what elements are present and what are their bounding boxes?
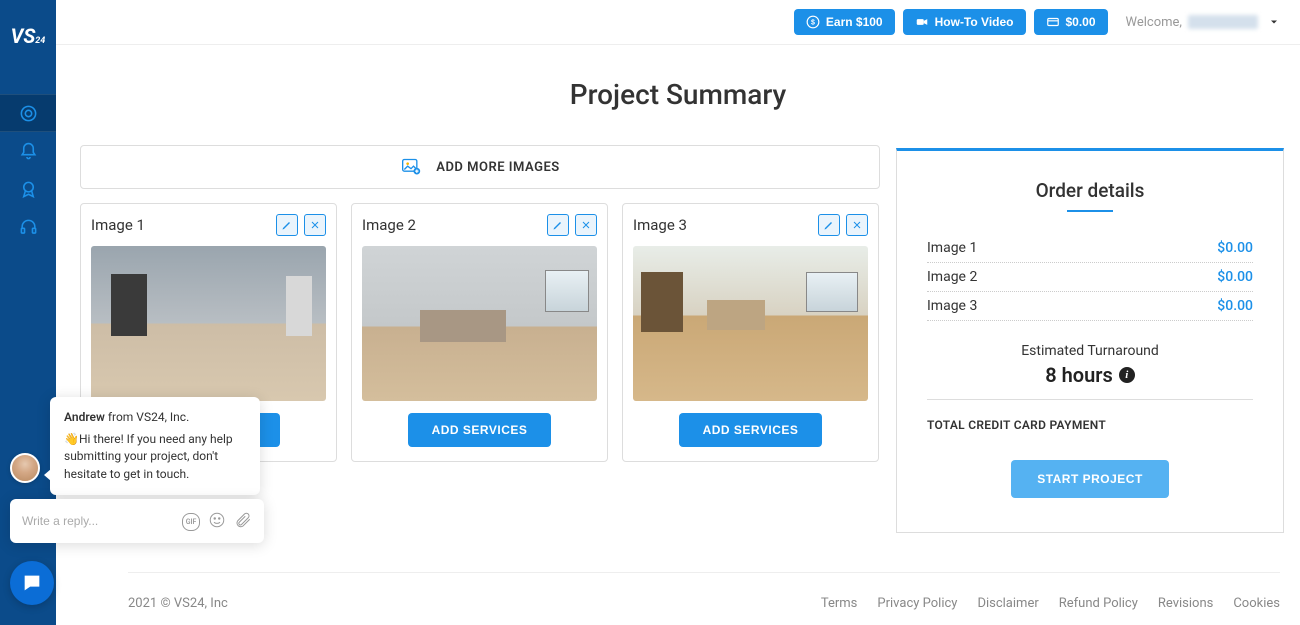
nav-bell-icon[interactable] — [0, 132, 56, 170]
footer: 2021 © VS24, Inc Terms Privacy Policy Di… — [128, 580, 1280, 611]
start-project-button[interactable]: START PROJECT — [1011, 460, 1169, 498]
add-more-label: ADD MORE IMAGES — [436, 160, 559, 175]
image-card: Image 3 ADD SERVICES — [622, 203, 879, 462]
image-card-title: Image 1 — [91, 216, 145, 234]
chat-launcher-button[interactable] — [10, 561, 54, 605]
header-divider — [56, 44, 1300, 45]
footer-divider — [128, 572, 1280, 573]
footer-link[interactable]: Disclaimer — [977, 596, 1038, 611]
order-row-price: $0.00 — [1217, 298, 1253, 314]
chat-reply-box: GIF — [10, 499, 264, 543]
order-row-label: Image 1 — [927, 240, 977, 256]
add-more-images-button[interactable]: ADD MORE IMAGES — [80, 145, 880, 189]
welcome-prefix: Welcome, — [1126, 15, 1182, 30]
footer-link[interactable]: Cookies — [1233, 596, 1280, 611]
order-row: Image 1 $0.00 — [927, 234, 1253, 263]
image-thumbnail — [362, 246, 597, 401]
username-redacted — [1188, 15, 1258, 29]
footer-link[interactable]: Revisions — [1158, 596, 1213, 611]
earn-button[interactable]: $ Earn $100 — [794, 9, 895, 35]
gif-icon[interactable]: GIF — [182, 513, 200, 531]
howto-button[interactable]: How-To Video — [903, 9, 1026, 35]
howto-label: How-To Video — [935, 15, 1014, 29]
logo: VS24 — [11, 24, 46, 48]
header: $ Earn $100 How-To Video $0.00 Welcome, — [56, 0, 1300, 44]
edit-button[interactable] — [547, 214, 569, 236]
turnaround: Estimated Turnaround 8 hours i — [927, 343, 1253, 400]
balance-label: $0.00 — [1066, 15, 1096, 29]
edit-button[interactable] — [818, 214, 840, 236]
turnaround-value: 8 hours i — [1045, 363, 1135, 387]
nav-headset-icon[interactable] — [0, 208, 56, 246]
earn-label: Earn $100 — [826, 15, 883, 29]
add-services-button[interactable]: ADD SERVICES — [679, 413, 823, 447]
footer-link[interactable]: Terms — [821, 596, 858, 611]
chat-message: 👋Hi there! If you need any help submitti… — [64, 431, 246, 483]
nav-icons — [0, 94, 56, 246]
dollar-icon: $ — [806, 15, 820, 29]
chat-reply-input[interactable] — [22, 514, 182, 528]
copyright: 2021 © VS24, Inc — [128, 596, 228, 611]
svg-text:$: $ — [811, 19, 815, 26]
info-icon[interactable]: i — [1119, 367, 1135, 383]
image-card: Image 2 ADD SERVICES — [351, 203, 608, 462]
image-thumbnail — [91, 246, 326, 401]
order-title-underline — [1067, 210, 1113, 212]
turnaround-label: Estimated Turnaround — [927, 343, 1253, 359]
order-row: Image 3 $0.00 — [927, 292, 1253, 321]
chevron-down-icon — [1268, 16, 1280, 28]
order-row-price: $0.00 — [1217, 240, 1253, 256]
order-row-price: $0.00 — [1217, 269, 1253, 285]
video-icon — [915, 15, 929, 29]
image-thumbnail — [633, 246, 868, 401]
order-title: Order details — [927, 179, 1253, 202]
footer-link[interactable]: Refund Policy — [1059, 596, 1138, 611]
image-card-title: Image 2 — [362, 216, 416, 234]
add-services-button[interactable]: ADD SERVICES — [408, 413, 552, 447]
welcome-menu[interactable]: Welcome, — [1126, 15, 1280, 30]
chat-agent-avatar — [10, 453, 40, 483]
delete-button[interactable] — [846, 214, 868, 236]
order-row-label: Image 2 — [927, 269, 977, 285]
nav-target-icon[interactable] — [0, 94, 56, 132]
chat-from: Andrew from VS24, Inc. — [64, 409, 246, 426]
footer-links: Terms Privacy Policy Disclaimer Refund P… — [821, 596, 1280, 611]
nav-badge-icon[interactable] — [0, 170, 56, 208]
attachment-icon[interactable] — [234, 511, 252, 529]
delete-button[interactable] — [304, 214, 326, 236]
emoji-icon[interactable] — [208, 511, 226, 529]
balance-button[interactable]: $0.00 — [1034, 9, 1108, 35]
order-row: Image 2 $0.00 — [927, 263, 1253, 292]
footer-link[interactable]: Privacy Policy — [877, 596, 957, 611]
page-title: Project Summary — [56, 78, 1300, 111]
order-details-panel: Order details Image 1 $0.00 Image 2 $0.0… — [896, 148, 1284, 533]
chat-bubble: Andrew from VS24, Inc. 👋Hi there! If you… — [50, 397, 260, 495]
image-plus-icon — [400, 157, 422, 177]
card-icon — [1046, 15, 1060, 29]
edit-button[interactable] — [276, 214, 298, 236]
image-card-title: Image 3 — [633, 216, 687, 234]
total-label: TOTAL CREDIT CARD PAYMENT — [927, 418, 1253, 432]
order-row-label: Image 3 — [927, 298, 977, 314]
delete-button[interactable] — [575, 214, 597, 236]
